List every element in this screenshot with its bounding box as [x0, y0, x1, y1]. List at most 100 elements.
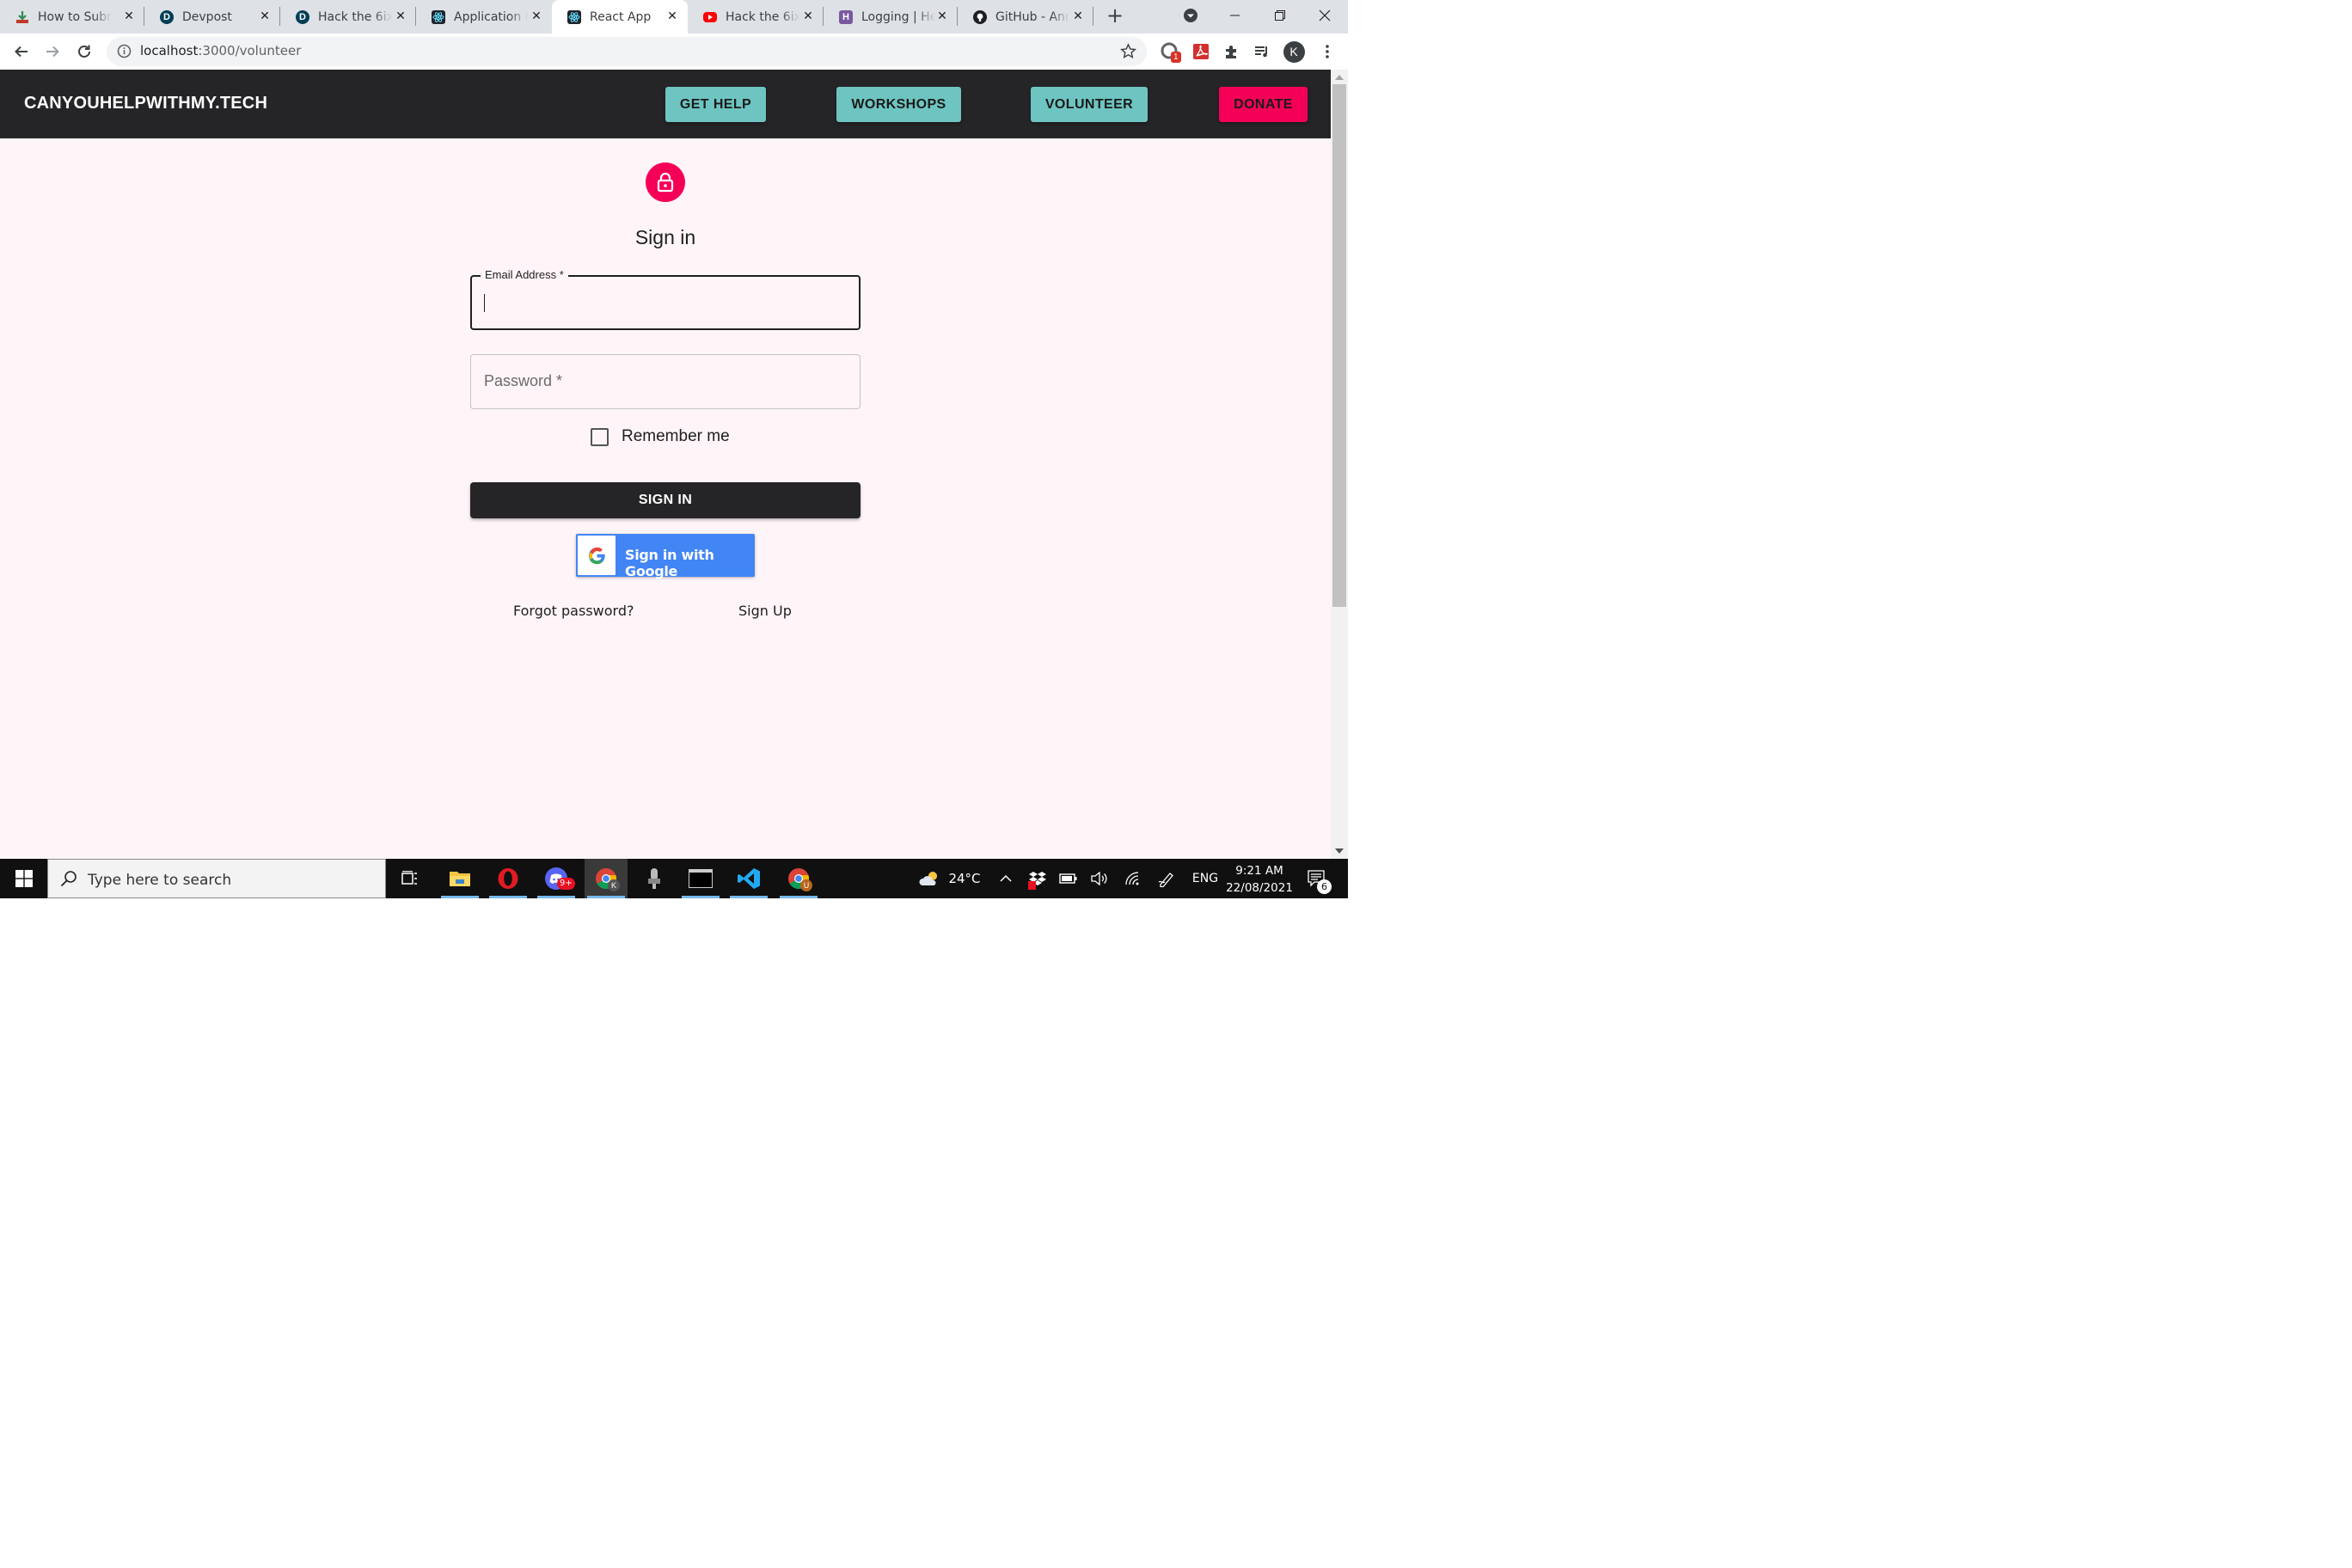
extension-icon[interactable]: 1	[1159, 40, 1181, 63]
close-tab-icon[interactable]: ✕	[801, 9, 815, 23]
minimize-button[interactable]	[1216, 0, 1255, 31]
tab-how-to-submit[interactable]: How to Submit ✕	[0, 0, 144, 34]
start-button[interactable]	[0, 859, 47, 898]
new-tab-button[interactable]: +	[1103, 3, 1127, 28]
sign-up-link[interactable]: Sign Up	[738, 603, 792, 619]
reload-button[interactable]	[70, 38, 98, 65]
tab-devpost[interactable]: D Devpost ✕	[144, 0, 280, 34]
pen-workspace-icon[interactable]	[1155, 859, 1179, 898]
avatar: K	[1283, 40, 1305, 63]
tab-youtube[interactable]: Hack the 6ix 2021 ✕	[688, 0, 824, 34]
tab-title: React App	[590, 9, 652, 24]
password-field[interactable]: Password *	[470, 354, 861, 409]
scrollbar-thumb[interactable]	[1332, 84, 1346, 607]
profile-avatar[interactable]: K	[1283, 40, 1305, 63]
tab-github[interactable]: GitHub - Anna ✕	[958, 0, 1093, 34]
scroll-up-arrow-icon[interactable]	[1335, 75, 1344, 80]
close-tab-icon[interactable]: ✕	[122, 9, 136, 23]
tab-hack-the-6ix[interactable]: D Hack the 6ix 2021 ✕	[280, 0, 416, 34]
weather-icon[interactable]	[916, 859, 944, 898]
forgot-password-link[interactable]: Forgot password?	[513, 603, 634, 619]
discord-badge: 9+	[557, 878, 575, 890]
github-icon	[973, 9, 987, 24]
discord-icon[interactable]: 9+	[535, 859, 578, 898]
address-bar[interactable]: localhost:3000/volunteer	[107, 37, 1147, 66]
tab-title: Devpost	[182, 9, 232, 24]
chrome-profile-u-icon[interactable]: U	[777, 859, 820, 898]
windows-taskbar: Type here to search 9+ K U 24°C ENG 9:21…	[0, 859, 1348, 898]
react-icon	[567, 9, 581, 24]
tab-react-app[interactable]: React App ✕	[552, 0, 688, 34]
tab-title: Hack the 6ix 2021	[726, 9, 799, 24]
google-sign-in-button[interactable]: Sign in with Google	[576, 534, 755, 579]
battery-icon[interactable]	[1057, 859, 1080, 898]
notification-count: 6	[1317, 879, 1332, 894]
pdf-extension-icon[interactable]	[1190, 40, 1212, 63]
back-button[interactable]	[8, 38, 35, 65]
sign-in-button[interactable]: SIGN IN	[470, 482, 861, 518]
tab-title: Logging | Heroku	[861, 9, 935, 24]
extension-badge: 1	[1171, 52, 1181, 63]
remember-me-label[interactable]: Remember me	[622, 427, 730, 446]
tab-application-error[interactable]: Application Error ✕	[416, 0, 552, 34]
email-field-label: Email Address *	[481, 268, 568, 281]
close-tab-icon[interactable]: ✕	[258, 9, 272, 23]
clock[interactable]: 9:21 AM 22/08/2021	[1221, 862, 1298, 897]
tab-title: How to Submit	[38, 9, 112, 24]
close-tab-icon[interactable]: ✕	[665, 9, 679, 23]
tab-heroku[interactable]: H Logging | Heroku ✕	[824, 0, 958, 34]
password-placeholder: Password *	[484, 372, 563, 389]
google-sign-in-label: Sign in with Google	[625, 547, 714, 579]
donate-button[interactable]: DONATE	[1219, 87, 1308, 122]
bookmark-star-icon[interactable]	[1120, 43, 1136, 64]
chevron-up-icon[interactable]	[995, 859, 1016, 898]
media-control-icon[interactable]	[1251, 40, 1273, 63]
remember-me[interactable]: Remember me	[591, 427, 730, 446]
dropbox-alert-badge	[1028, 881, 1036, 890]
restore-button[interactable]	[1260, 0, 1300, 31]
running-indicator	[489, 896, 527, 898]
menu-kebab-icon[interactable]	[1316, 40, 1338, 63]
page-viewport: CANYOUHELPWITHMY.TECH GET HELP WORKSHOPS…	[0, 70, 1331, 859]
puzzle-icon[interactable]	[1221, 40, 1243, 63]
close-tab-icon[interactable]: ✕	[394, 9, 407, 23]
close-window-button[interactable]	[1305, 0, 1344, 31]
search-icon	[60, 870, 77, 891]
lock-avatar	[646, 162, 685, 202]
info-icon[interactable]	[117, 44, 132, 63]
forward-button[interactable]	[39, 38, 66, 65]
wifi-icon[interactable]	[1122, 859, 1144, 898]
chrome-profile-k-icon[interactable]: K	[585, 859, 628, 898]
file-explorer-icon[interactable]	[438, 859, 481, 898]
microphone-app-icon[interactable]	[633, 859, 676, 898]
taskbar-search-box[interactable]: Type here to search	[47, 859, 386, 898]
tab-title: Application Error	[454, 9, 528, 24]
tab-search-button[interactable]	[1172, 0, 1210, 31]
close-tab-icon[interactable]: ✕	[530, 9, 543, 23]
close-tab-icon[interactable]: ✕	[935, 9, 949, 23]
devpost-icon: D	[160, 9, 174, 24]
volunteer-button[interactable]: VOLUNTEER	[1031, 87, 1148, 122]
close-tab-icon[interactable]: ✕	[1071, 9, 1085, 23]
vscode-icon[interactable]	[727, 859, 770, 898]
lock-icon	[657, 172, 674, 193]
get-help-button[interactable]: GET HELP	[665, 87, 766, 122]
remember-me-checkbox[interactable]	[591, 427, 609, 446]
email-field[interactable]: Email Address *	[470, 268, 861, 330]
scroll-down-arrow-icon[interactable]	[1335, 848, 1344, 854]
site-brand[interactable]: CANYOUHELPWITHMY.TECH	[24, 94, 267, 113]
page-scrollbar[interactable]	[1331, 70, 1348, 859]
terminal-icon[interactable]	[679, 859, 722, 898]
input-language[interactable]: ENG	[1188, 859, 1222, 898]
workshops-button[interactable]: WORKSHOPS	[836, 87, 961, 122]
dropbox-icon[interactable]	[1026, 859, 1049, 898]
opera-icon[interactable]	[487, 859, 530, 898]
weather-temperature[interactable]: 24°C	[944, 859, 985, 898]
page-title: Sign in	[634, 226, 696, 248]
volume-icon[interactable]	[1088, 859, 1111, 898]
running-indicator	[780, 896, 818, 898]
notifications-icon[interactable]: 6	[1303, 859, 1332, 898]
task-view-icon[interactable]	[389, 859, 432, 898]
browser-tab-strip: How to Submit ✕ D Devpost ✕ D Hack the 6…	[0, 0, 1348, 34]
google-logo-icon	[578, 536, 616, 575]
